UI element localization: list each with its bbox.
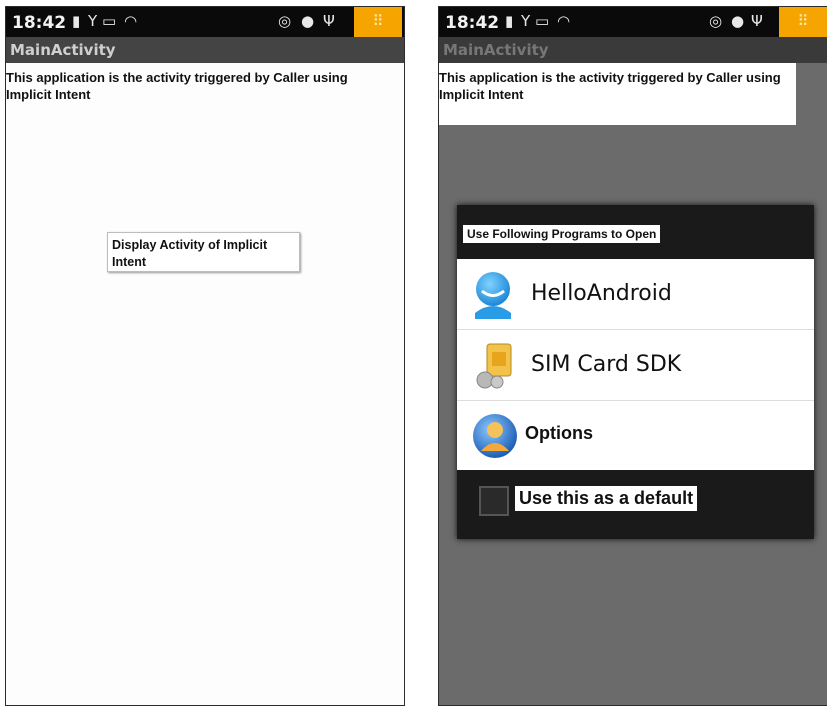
battery-icon: ▮ [72,12,81,30]
default-option-row: Use this as a default [457,469,814,539]
dialog-title: Use Following Programs to Open [463,225,661,243]
wifi-icon: ◠ [124,12,138,30]
wifi-icon: ◠ [557,12,571,30]
app-option-options[interactable]: Options [457,401,814,470]
debug-icon: ● [731,12,745,30]
app-option-helloandroid[interactable]: HelloAndroid [457,259,814,330]
usb-icon: Ψ [751,12,763,30]
app-option-label: SIM Card SDK [531,352,682,377]
app-option-label: HelloAndroid [531,281,672,306]
android-app-icon [475,272,511,319]
signal-icon: Y [521,12,531,30]
sim-card-icon [476,343,512,389]
app-chooser-dialog: Use Following Programs to Open HelloAndr… [457,205,814,539]
app-title-bar: MainActivity [6,37,404,63]
status-bar: 18:42 ▮ Y ▭ ◠ ◎ ● Ψ ⠿ [439,7,827,37]
phone-screen-app-chooser: 18:42 ▮ Y ▭ ◠ ◎ ● Ψ ⠿ MainActivity This … [438,6,827,706]
shield-icon: ◎ [709,12,723,30]
user-icon [473,414,517,458]
display-activity-button[interactable]: Display Activity of Implicit Intent [107,232,300,272]
use-default-checkbox[interactable] [479,486,509,516]
signal-icon: Y [88,12,98,30]
status-time: 18:42 [445,13,500,33]
app-option-sim-card-sdk[interactable]: SIM Card SDK [457,330,814,401]
description-text: This application is the activity trigger… [6,70,348,102]
description-text: This application is the activity trigger… [439,70,781,102]
phone-screen-main-activity: 18:42 ▮ Y ▭ ◠ ◎ ● Ψ ⠿ MainActivity This … [5,6,405,706]
usb-icon: Ψ [323,12,335,30]
battery-icon: ▮ [505,12,514,30]
notification-icon[interactable]: ⠿ [354,7,402,37]
app-title-bar: MainActivity [439,37,827,63]
debug-icon: ● [301,12,315,30]
app-option-label: Options [525,423,593,443]
app-chooser-list: HelloAndroid SIM Card SDK Options [457,259,814,470]
shield-icon: ◎ [278,12,292,30]
status-time: 18:42 [12,13,67,33]
notification-icon[interactable]: ⠿ [779,7,827,37]
use-default-label: Use this as a default [515,486,698,511]
sd-card-icon: ▭ [102,12,117,30]
sd-card-icon: ▭ [535,12,550,30]
status-bar: 18:42 ▮ Y ▭ ◠ ◎ ● Ψ ⠿ [6,7,404,37]
